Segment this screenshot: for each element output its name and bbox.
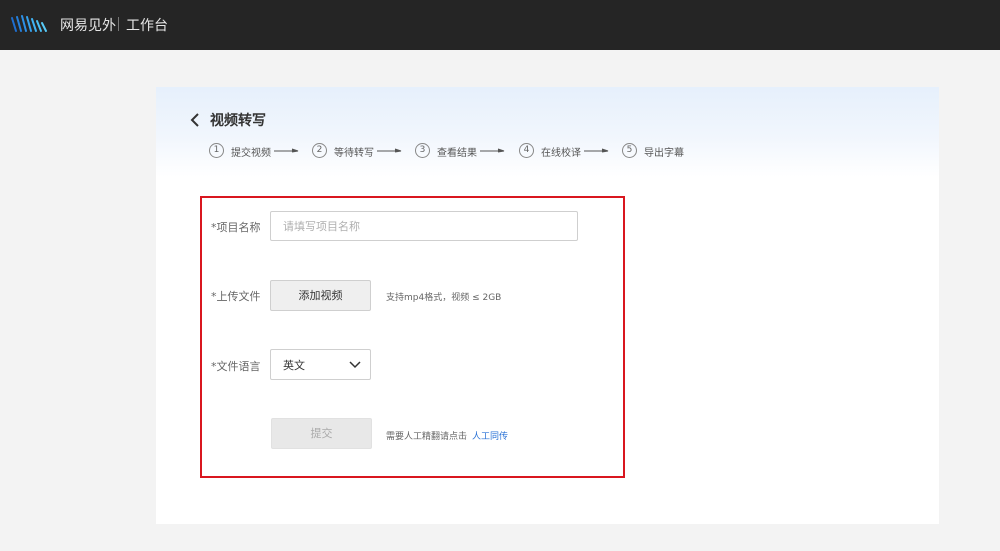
top-bar: 网易见外 工作台 <box>0 0 1000 50</box>
chevron-down-icon <box>349 361 361 369</box>
brand-name: 网易见外 <box>60 18 116 34</box>
step-label: 导出字幕 <box>644 148 684 159</box>
arrow-right-icon <box>480 148 505 153</box>
step-number: 4 <box>519 143 534 158</box>
wave-logo-icon <box>11 15 47 32</box>
brand-divider <box>118 17 119 31</box>
add-video-button[interactable]: 添加视频 <box>270 280 371 311</box>
step-label: 查看结果 <box>437 148 477 159</box>
human-translation-link[interactable]: 人工同传 <box>472 429 508 442</box>
step-number: 2 <box>312 143 327 158</box>
upload-hint: 支持mp4格式，视频 ≤ 2GB <box>386 293 502 303</box>
project-name-label: *项目名称 <box>211 221 261 234</box>
language-select[interactable]: 英文 <box>270 349 371 380</box>
page-title: 视频转写 <box>210 113 266 129</box>
arrow-right-icon <box>274 148 299 153</box>
step-label: 在线校译 <box>541 148 581 159</box>
upload-label: *上传文件 <box>211 290 261 303</box>
panel-header: 视频转写 1 提交视频 2 等待转写 3 查看结果 4 在线校译 5 导出字幕 <box>156 87 939 177</box>
step-number: 3 <box>415 143 430 158</box>
step-number: 1 <box>209 143 224 158</box>
language-select-value: 英文 <box>283 359 305 372</box>
arrow-right-icon <box>584 148 609 153</box>
step-number: 5 <box>622 143 637 158</box>
step-label: 提交视频 <box>231 148 271 159</box>
chevron-left-icon[interactable] <box>190 112 200 128</box>
project-name-input[interactable] <box>270 211 578 241</box>
language-label: *文件语言 <box>211 360 261 373</box>
submit-button[interactable]: 提交 <box>271 418 372 449</box>
step-label: 等待转写 <box>334 148 374 159</box>
arrow-right-icon <box>377 148 402 153</box>
brand-subtitle: 工作台 <box>126 18 168 34</box>
human-translation-hint: 需要人工精翻请点击 <box>386 432 468 442</box>
